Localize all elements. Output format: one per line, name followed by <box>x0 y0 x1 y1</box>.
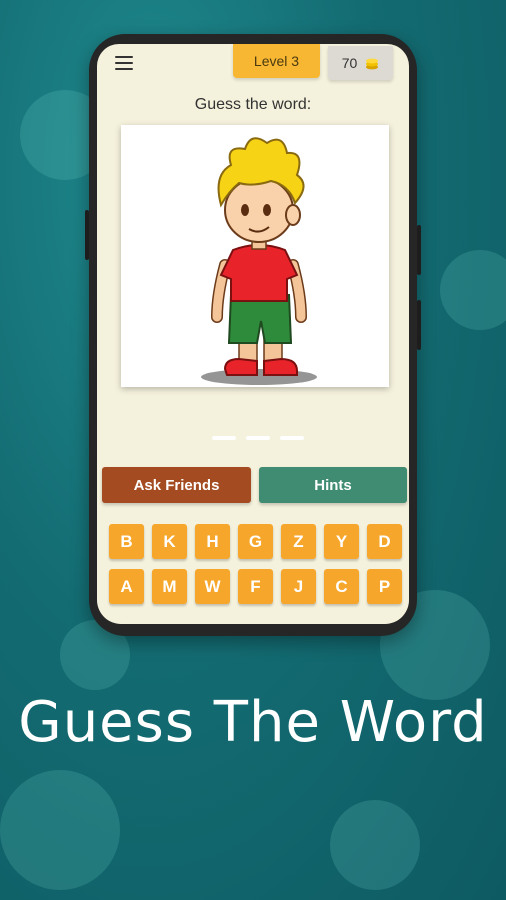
letter-key[interactable]: H <box>195 524 230 559</box>
answer-slot[interactable] <box>280 436 304 440</box>
coin-count: 70 <box>341 55 358 71</box>
promo-title: Guess The Word <box>18 690 488 755</box>
letter-key[interactable]: G <box>238 524 273 559</box>
ask-friends-button[interactable]: Ask Friends <box>102 467 251 503</box>
hints-button[interactable]: Hints <box>259 467 407 503</box>
letter-key[interactable]: B <box>109 524 144 559</box>
phone-side-button <box>85 210 89 260</box>
letter-key[interactable]: K <box>152 524 187 559</box>
keyboard-row: B K H G Z Y D <box>109 524 409 559</box>
puzzle-image <box>121 125 389 387</box>
bokeh-circle <box>440 250 506 330</box>
game-screen: Level 3 70 Guess the word: Ask Friends H… <box>97 44 409 624</box>
letter-key[interactable]: M <box>152 569 187 604</box>
boy-illustration <box>201 137 317 385</box>
letter-key[interactable]: Z <box>281 524 316 559</box>
letter-key[interactable]: Y <box>324 524 359 559</box>
letter-key[interactable]: D <box>367 524 402 559</box>
letter-key[interactable]: P <box>367 569 402 604</box>
answer-slot[interactable] <box>246 436 270 440</box>
letter-key[interactable]: F <box>238 569 273 604</box>
keyboard-row: A M W F J C P <box>109 569 409 604</box>
hamburger-menu-icon[interactable] <box>115 56 133 70</box>
answer-slot[interactable] <box>212 436 236 440</box>
letter-keyboard: B K H G Z Y D A M W F J C P <box>109 524 409 614</box>
letter-key[interactable]: A <box>109 569 144 604</box>
level-badge: Level 3 <box>233 44 320 78</box>
letter-key[interactable]: W <box>195 569 230 604</box>
bokeh-circle <box>330 800 420 890</box>
phone-side-button <box>417 225 421 275</box>
bokeh-circle <box>0 770 120 890</box>
coin-stack-icon <box>366 58 379 70</box>
question-prompt: Guess the word: <box>194 96 312 113</box>
coin-counter[interactable]: 70 <box>328 46 393 80</box>
letter-key[interactable]: C <box>324 569 359 604</box>
phone-side-button <box>417 300 421 350</box>
answer-slots <box>212 436 304 440</box>
letter-key[interactable]: J <box>281 569 316 604</box>
level-label: Level 3 <box>253 53 300 69</box>
